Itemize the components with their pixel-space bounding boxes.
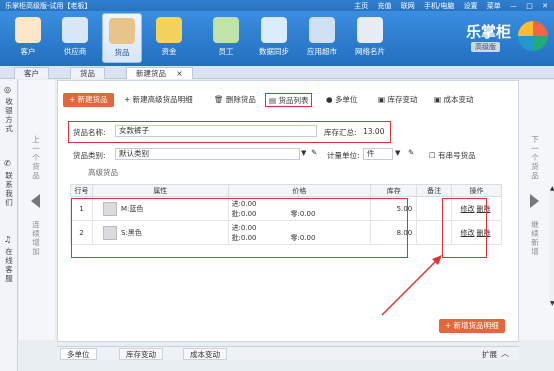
staff-icon (213, 17, 239, 43)
actions-highlight-box (442, 198, 487, 258)
col-price: 价格 (227, 184, 372, 197)
sidebar-service[interactable]: 在线客服 (3, 247, 15, 283)
prev-goods-nav[interactable]: 上一个货品 连续增加 (19, 80, 55, 340)
toolbar-supplier[interactable]: 供应商 (55, 13, 95, 63)
supplier-icon (62, 17, 88, 43)
col-attribute: 属性 (91, 184, 229, 197)
toolbar-card[interactable]: 网络名片 (350, 13, 390, 63)
money-icon (156, 17, 182, 43)
new-advanced-detail-button[interactable]: + 新建高级货品明细 (124, 93, 193, 107)
unit-edit-icon[interactable]: ✎ (408, 148, 414, 157)
sidebar-payment[interactable]: 收银方式 (3, 97, 15, 133)
goods-icon (109, 18, 135, 44)
tab-stock-change[interactable]: 库存变动 (119, 348, 163, 360)
minimize-button[interactable]: — (510, 2, 517, 10)
card-icon (357, 17, 383, 43)
goods-list-button[interactable]: ▤ 货品列表 (265, 93, 313, 107)
next-goods-label: 下一个货品 (531, 135, 539, 180)
chevron-up-icon[interactable]: ︿ (501, 348, 509, 359)
brand-logo: 乐掌柜 高级版 (466, 19, 548, 59)
goods-name-label: 货品名称: (73, 128, 106, 137)
menu-link[interactable]: 菜单 (487, 2, 501, 10)
toolbar-money[interactable]: 资金 (149, 13, 189, 63)
app-store-icon (309, 17, 335, 43)
tab-customer[interactable]: 客户 (14, 67, 49, 79)
toolbar-sync[interactable]: 数据同步 (254, 13, 294, 63)
scroll-down-icon[interactable]: ▼ (550, 300, 554, 307)
stock-change-button[interactable]: ▣ 库存变动 (378, 93, 417, 107)
recharge-link[interactable]: 充值 (378, 2, 392, 10)
main-toolbar: 客户 供应商 货品 资金 员工 数据同步 应用超市 网络名片 乐掌柜 高级版 (0, 11, 554, 66)
serial-checkbox[interactable]: ☐ 有串号货品 (429, 150, 476, 161)
unit-dropdown-icon[interactable]: ▼ (395, 149, 400, 157)
tab-new-goods[interactable]: 新建货品 × (126, 67, 193, 79)
expand-button[interactable]: 扩展 (482, 349, 497, 360)
new-goods-button[interactable]: + 新建货品 (63, 93, 114, 107)
col-stock: 库存 (370, 184, 418, 197)
stock-total-label: 库存汇总: (324, 128, 357, 137)
brand-logo-icon (518, 21, 548, 51)
add-detail-button[interactable]: + 新增货品明细 (439, 319, 505, 333)
multi-unit-button[interactable]: ● 多单位 (326, 93, 357, 107)
edit-icon[interactable]: ✎ (311, 148, 317, 157)
tab-cost-change[interactable]: 成本变动 (183, 348, 227, 360)
table-header: 行号 属性 价格 库存 备注 操作 (70, 184, 502, 197)
arrow-left-icon[interactable] (31, 194, 40, 208)
sync-icon (261, 17, 287, 43)
toolbar-app-store[interactable]: 应用超市 (302, 13, 342, 63)
rows-highlight-box (71, 198, 408, 258)
bottom-tab-bar: 多单位 库存变动 成本变动 扩展 ︿ (57, 346, 519, 360)
col-row-no: 行号 (70, 184, 93, 197)
online-link[interactable]: 联网 (401, 2, 415, 10)
col-note: 备注 (416, 184, 453, 197)
title-bar-controls: 主页 充值 联网 手机/电脑 设置 菜单 — □ ✕ (347, 1, 548, 11)
continue-new-label: 继续新增 (531, 220, 539, 256)
tab-multi-unit[interactable]: 多单位 (60, 348, 97, 360)
table-scrollbar[interactable]: ▲ ▼ (549, 185, 554, 307)
scroll-up-icon[interactable]: ▲ (550, 185, 554, 192)
annotation-arrow (381, 255, 442, 316)
customer-icon (15, 17, 41, 43)
col-action: 操作 (451, 184, 502, 197)
chevron-down-icon[interactable]: ▼ (301, 149, 306, 157)
settings-link[interactable]: 设置 (464, 2, 478, 10)
prev-goods-label: 上一个货品 (32, 135, 40, 180)
continue-add-label: 连续增加 (32, 220, 40, 256)
category-label: 货品类别: (73, 151, 106, 160)
window-title: 乐掌柜高级版-试用【老板】 (5, 2, 92, 10)
sidebar-contact[interactable]: 联系我们 (3, 171, 15, 207)
device-link[interactable]: 手机/电脑 (424, 2, 454, 10)
trash-icon: 🗑 (214, 95, 224, 104)
cost-change-button[interactable]: ▣ 成本变动 (434, 93, 473, 107)
goods-editor-panel: + 新建货品 + 新建高级货品明细 🗑 删除货品 ▤ 货品列表 ● 多单位 ▣ … (57, 80, 554, 342)
goods-name-input[interactable]: 女款裤子 (115, 125, 317, 137)
close-button[interactable]: ✕ (542, 2, 548, 10)
home-link[interactable]: 主页 (354, 2, 368, 10)
title-bar: 乐掌柜高级版-试用【老板】 主页 充值 联网 手机/电脑 设置 菜单 — □ ✕ (0, 0, 554, 11)
toolbar-staff[interactable]: 员工 (206, 13, 246, 63)
stock-total-value: 13.00 (363, 127, 385, 136)
tab-goods[interactable]: 货品 (70, 67, 105, 79)
toolbar-customer[interactable]: 客户 (8, 13, 48, 63)
delete-goods-button[interactable]: 🗑 删除货品 (214, 93, 256, 107)
stock-icon: ▣ (378, 95, 386, 104)
toolbar-goods[interactable]: 货品 (102, 13, 142, 63)
arrow-right-icon[interactable] (530, 194, 539, 208)
close-icon[interactable]: × (176, 69, 182, 78)
unit-icon: ● (326, 95, 333, 104)
list-icon: ▤ (269, 96, 277, 105)
cost-icon: ▣ (434, 95, 442, 104)
unit-select[interactable]: 件 (363, 148, 393, 160)
advanced-goods-label: 高级货品 (88, 168, 118, 177)
maximize-button[interactable]: □ (526, 2, 533, 10)
headset-icon: ♫ (4, 235, 12, 244)
phone-icon: ✆ (4, 159, 11, 168)
tab-bar: 客户 货品 新建货品 × (0, 66, 554, 79)
category-select[interactable]: 默认类别 (115, 148, 300, 160)
payment-icon: ◎ (4, 85, 11, 94)
left-sidebar: ◎ 收银方式 ✆ 联系我们 ♫ 在线客服 (0, 79, 18, 371)
unit-label: 计量单位: (327, 151, 360, 160)
